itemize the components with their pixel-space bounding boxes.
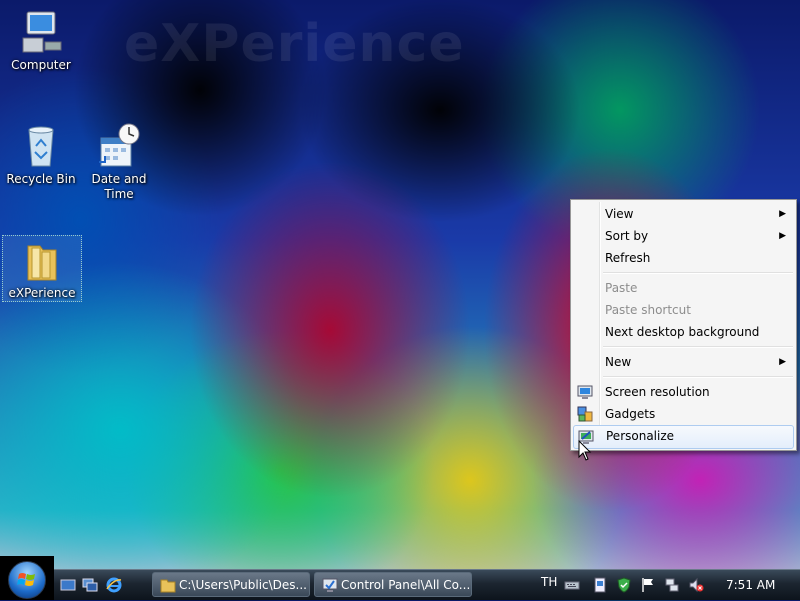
internet-explorer-icon[interactable] [106,577,122,593]
menu-item-gadgets[interactable]: Gadgets [573,403,794,425]
menu-item-label: New [605,355,632,369]
clock[interactable]: 7:51 AM [726,570,775,600]
desktop-icon-label: Computer [11,58,71,72]
menu-separator [603,376,793,378]
menu-item-paste[interactable]: Paste [573,277,794,299]
menu-item-label: Gadgets [605,407,656,421]
taskbar-button-label: C:\Users\Public\Des... [179,578,307,592]
taskbar: C:\Users\Public\Des... Control Panel\All… [0,556,800,600]
desktop-icon-label: Date and Time [91,172,147,201]
menu-item-label: Sort by [605,229,649,243]
submenu-arrow-icon: ▶ [779,209,786,219]
menu-item-new[interactable]: New ▶ [573,351,794,373]
keyboard-icon[interactable] [564,577,580,593]
gadgets-icon [577,406,593,422]
desktop-icon-label: eXPerience [8,286,76,300]
submenu-arrow-icon: ▶ [779,231,786,241]
switch-windows-icon[interactable] [82,577,98,593]
menu-item-label: Refresh [605,251,651,265]
menu-item-next-desktop-background[interactable]: Next desktop background [573,321,794,343]
security-shield-icon[interactable] [616,577,632,593]
show-desktop-icon[interactable] [60,577,76,593]
menu-item-paste-shortcut[interactable]: Paste shortcut [573,299,794,321]
menu-item-label: Personalize [606,429,675,443]
menu-item-personalize[interactable]: Personalize [573,425,794,449]
menu-item-label: Paste [605,281,638,295]
desktop-icon-date-and-time[interactable]: Date and Time [80,122,158,202]
desktop-icon-recycle-bin[interactable]: Recycle Bin [2,122,80,187]
start-button[interactable] [0,556,54,600]
volume-muted-icon[interactable] [688,577,704,593]
desktop-icon-label: Recycle Bin [6,172,76,186]
control-panel-icon [322,577,338,593]
menu-separator [603,272,793,274]
desktop-context-menu: View ▶ Sort by ▶ Refresh Paste Paste sho… [570,199,797,451]
menu-item-label: Next desktop background [605,325,760,339]
recycle-bin-icon [17,122,65,170]
menu-item-label: Paste shortcut [605,303,691,317]
taskbar-button-control-panel[interactable]: Control Panel\All Co... [314,572,472,597]
folder-icon [160,577,176,593]
language-indicator[interactable]: TH [541,570,557,600]
taskbar-button-explorer[interactable]: C:\Users\Public\Des... [152,572,310,597]
network-icon[interactable] [664,577,680,593]
menu-item-label: View [605,207,634,221]
date-time-icon [95,122,143,170]
submenu-arrow-icon: ▶ [779,357,786,367]
desktop-icon-computer[interactable]: Computer [2,8,80,73]
desktop-icon-experience-folder[interactable]: eXPerience [2,235,82,302]
wallpaper-watermark: eXPerience [124,14,465,74]
menu-item-label: Screen resolution [605,385,710,399]
computer-icon [17,8,65,56]
menu-item-sort-by[interactable]: Sort by ▶ [573,225,794,247]
taskbar-button-label: Control Panel\All Co... [341,578,471,592]
action-center-flag-icon[interactable] [640,577,656,593]
menu-item-view[interactable]: View ▶ [573,203,794,225]
menu-item-screen-resolution[interactable]: Screen resolution [573,381,794,403]
menu-separator [603,346,793,348]
document-icon[interactable] [592,577,608,593]
monitor-icon [577,384,593,400]
mouse-cursor-icon [578,439,592,465]
menu-item-refresh[interactable]: Refresh [573,247,794,269]
windows-orb-icon [8,561,46,599]
folder-icon [18,236,66,284]
